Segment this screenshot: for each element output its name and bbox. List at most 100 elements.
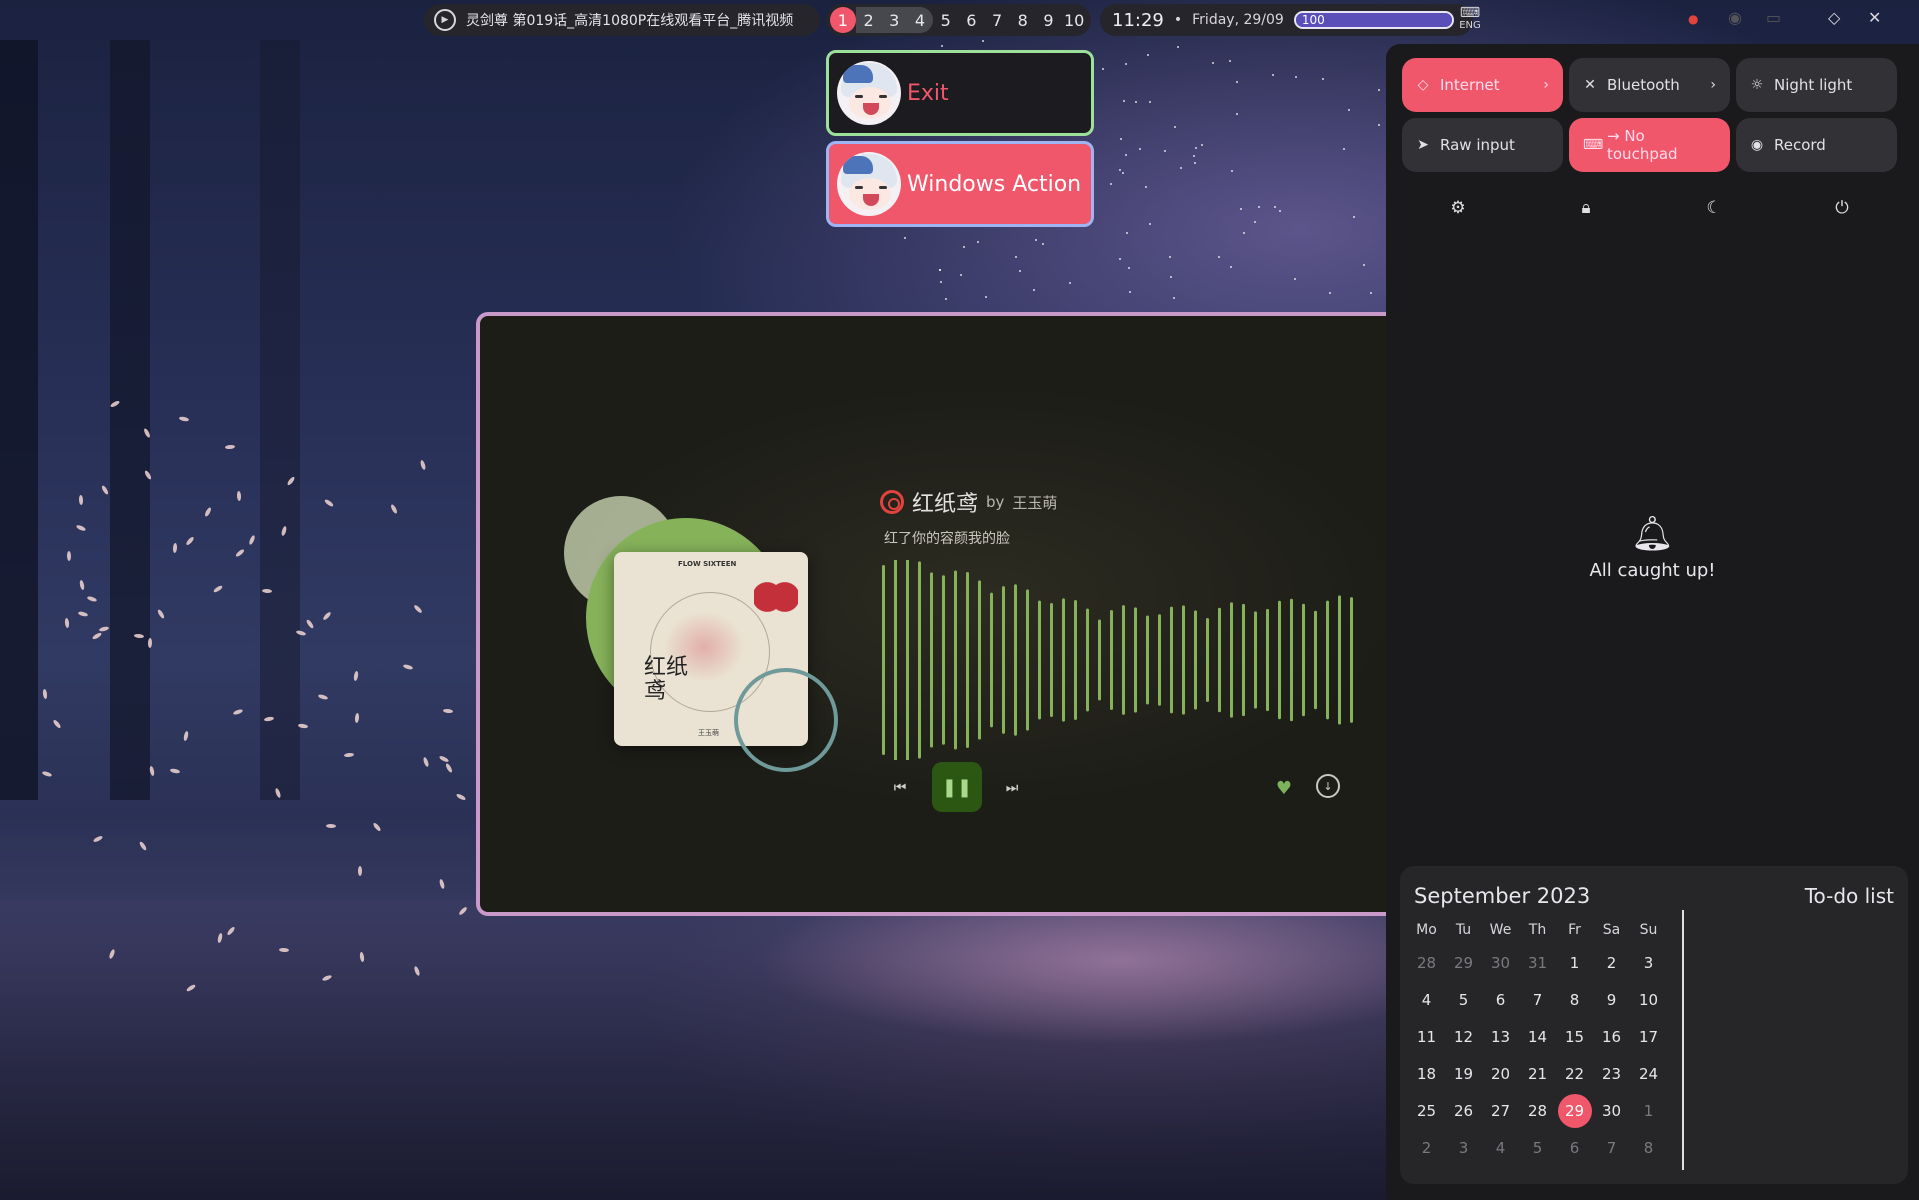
clock-widget[interactable]: 11:29 • Friday, 29/09 100 [1100,4,1473,36]
workspace-8[interactable]: 8 [1010,7,1036,33]
toggle-raw-input-label: Raw input [1440,136,1515,154]
toggle-night-light[interactable]: ☼ Night light [1736,58,1897,112]
calendar-day[interactable]: 2 [1408,1129,1445,1166]
power-icon[interactable]: ⏻ [1828,194,1856,222]
chevron-right-icon[interactable]: › [1543,77,1549,93]
calendar-day[interactable]: 28 [1408,944,1445,981]
calendar-day[interactable]: 28 [1519,1092,1556,1129]
calendar-day[interactable]: 19 [1445,1055,1482,1092]
calendar-day-today[interactable]: 29 [1556,1092,1593,1129]
toggle-record[interactable]: ◉ Record [1736,118,1897,172]
calendar-day[interactable]: 23 [1593,1055,1630,1092]
workspace-10[interactable]: 10 [1061,7,1087,33]
workspace-1[interactable]: 1 [830,7,856,33]
like-button[interactable]: ♥ [1270,774,1298,802]
play-circle-icon[interactable]: ▶ [434,9,456,31]
record-tray-icon[interactable]: ◉ [1728,8,1742,27]
calendar-day[interactable]: 10 [1630,981,1667,1018]
play-pause-button[interactable]: ❚❚ [932,762,982,812]
calendar-day[interactable]: 7 [1593,1129,1630,1166]
calendar-day[interactable]: 21 [1519,1055,1556,1092]
calendar-day[interactable]: 8 [1630,1129,1667,1166]
calendar-day[interactable]: 13 [1482,1018,1519,1055]
calendar-day[interactable]: 22 [1556,1055,1593,1092]
toggle-no-touchpad[interactable]: ⌨ → No touchpad [1569,118,1730,172]
calendar-day-number: 1 [1643,1101,1654,1120]
calendar-day[interactable]: 30 [1593,1092,1630,1129]
calendar-day-number: 6 [1569,1138,1580,1157]
toggle-internet[interactable]: ◇ Internet › [1402,58,1563,112]
workspace-3[interactable]: 3 [881,7,908,33]
workspace-6[interactable]: 6 [959,7,985,33]
workspace-7[interactable]: 7 [984,7,1010,33]
calendar-day[interactable]: 30 [1482,944,1519,981]
star-dot [1135,101,1138,104]
calendar-day[interactable]: 17 [1630,1018,1667,1055]
bluetooth-off-icon[interactable]: ✕ [1868,8,1881,27]
lock-icon[interactable]: 🔒︎ [1572,194,1600,222]
calendar-day-number: 7 [1606,1138,1617,1157]
calendar-day-number: 5 [1458,990,1469,1009]
moon-icon[interactable]: ☾ [1700,194,1728,222]
calendar-day[interactable]: 4 [1408,981,1445,1018]
cover-brand: FLOW SIXTEEN [678,560,737,568]
calendar-day[interactable]: 18 [1408,1055,1445,1092]
visualizer-bar [1002,586,1005,734]
toggle-night-light-label: Night light [1774,76,1853,94]
calendar-day[interactable]: 5 [1445,981,1482,1018]
calendar-day[interactable]: 27 [1482,1092,1519,1129]
workspace-4[interactable]: 4 [907,7,933,33]
visualizer-bar [1314,610,1317,710]
settings-gear-icon[interactable]: ⚙ [1444,194,1472,222]
star-dot [1279,209,1282,212]
calendar-day[interactable]: 24 [1630,1055,1667,1092]
toggle-bluetooth[interactable]: ✕ Bluetooth › [1569,58,1730,112]
calendar-day[interactable]: 1 [1630,1092,1667,1129]
workspace-9[interactable]: 9 [1036,7,1062,33]
calendar-day[interactable]: 26 [1445,1092,1482,1129]
calendar-day[interactable]: 2 [1593,944,1630,981]
calendar-day[interactable]: 3 [1445,1129,1482,1166]
calendar-month-title[interactable]: September 2023 [1414,884,1590,908]
download-button[interactable]: ↓ [1316,774,1340,798]
star-dot [1042,243,1045,246]
calendar-day[interactable]: 16 [1593,1018,1630,1055]
toggle-raw-input[interactable]: ➤ Raw input [1402,118,1563,172]
workspace-5[interactable]: 5 [933,7,959,33]
next-track-button[interactable]: ⏭ [998,774,1026,802]
calendar-day[interactable]: 31 [1519,944,1556,981]
todo-list-tab[interactable]: To-do list [1805,884,1894,908]
calendar-day[interactable]: 11 [1408,1018,1445,1055]
falling-petal [442,708,454,714]
calendar-day[interactable]: 14 [1519,1018,1556,1055]
calendar-day[interactable]: 20 [1482,1055,1519,1092]
calendar-day[interactable]: 29 [1445,944,1482,981]
calendar-day[interactable]: 7 [1519,981,1556,1018]
calendar-day[interactable]: 6 [1482,981,1519,1018]
windows-action-button[interactable]: Windows Action [826,141,1094,227]
star-dot [1125,154,1128,157]
calendar-day[interactable]: 3 [1630,944,1667,981]
workspace-2[interactable]: 2 [855,7,882,33]
calendar-day[interactable]: 12 [1445,1018,1482,1055]
cover-title: 红纸鸢 [644,655,689,704]
weekday-header: Th [1528,922,1547,938]
netease-music-icon [880,490,904,514]
exit-button[interactable]: Exit [826,50,1094,136]
app-tray-icon[interactable]: ● [1688,12,1698,26]
media-widget[interactable]: ▶ 灵剑尊 第019话_高清1080P在线观看平台_腾讯视频 [424,4,820,36]
calendar-day[interactable]: 8 [1556,981,1593,1018]
keyboard-layout-indicator[interactable]: ⌨ ENG [1455,6,1485,31]
wifi-icon[interactable]: ◇ [1828,8,1840,27]
calendar-day[interactable]: 1 [1556,944,1593,981]
calendar-day[interactable]: 15 [1556,1018,1593,1055]
calendar-day[interactable]: 4 [1482,1129,1519,1166]
calendar-day[interactable]: 25 [1408,1092,1445,1129]
calendar-day[interactable]: 6 [1556,1129,1593,1166]
calendar-day[interactable]: 9 [1593,981,1630,1018]
keyboard-tray-icon[interactable]: ▭ [1766,8,1781,27]
previous-track-button[interactable]: ⏮ [886,774,914,802]
calendar-day[interactable]: 5 [1519,1129,1556,1166]
chevron-right-icon[interactable]: › [1710,77,1716,93]
star-dot [1321,77,1324,80]
